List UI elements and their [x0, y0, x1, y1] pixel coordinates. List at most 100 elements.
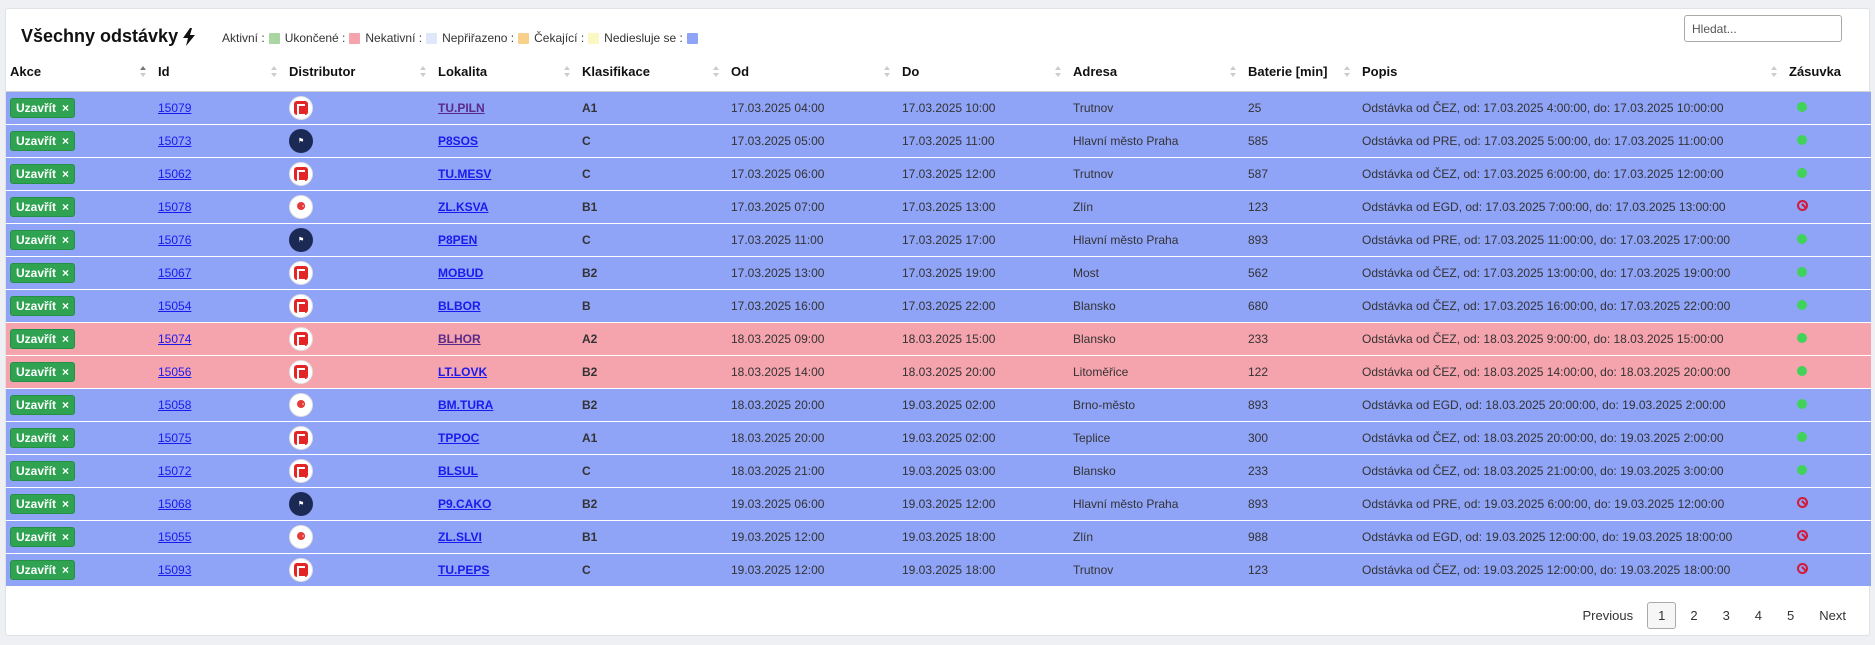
close-outage-button[interactable]: Uzavřít ×: [10, 361, 76, 382]
distributor-cell: [285, 288, 434, 322]
outage-id-link[interactable]: 15062: [158, 167, 191, 181]
legend-item: Aktivní :: [222, 31, 280, 45]
outage-id-link[interactable]: 15058: [158, 398, 191, 412]
close-button-label: Uzavřít: [16, 331, 57, 346]
to-cell: 19.03.2025 03:00: [898, 453, 1069, 487]
location-link[interactable]: TU.PILN: [438, 101, 485, 115]
legend-label: Nediesluje se :: [604, 31, 683, 45]
socket-cell: [1785, 354, 1871, 388]
outage-id-link[interactable]: 15054: [158, 299, 191, 313]
action-cell: Uzavřít ×: [6, 189, 154, 223]
outage-id-link[interactable]: 15068: [158, 497, 191, 511]
close-outage-button[interactable]: Uzavřít ×: [10, 328, 76, 349]
column-header[interactable]: Baterie [min]: [1244, 53, 1358, 92]
battery-cell: 893: [1244, 486, 1358, 520]
search-input[interactable]: [1684, 15, 1842, 42]
legend-label: Aktivní :: [222, 31, 265, 45]
pre-mark-icon: ⚑: [297, 500, 305, 508]
close-x-icon: ×: [62, 430, 70, 445]
close-outage-button[interactable]: Uzavřít ×: [10, 130, 76, 151]
close-x-icon: ×: [62, 496, 70, 511]
pagination-previous[interactable]: Previous: [1572, 602, 1645, 629]
column-header[interactable]: Popis: [1358, 53, 1785, 92]
location-link[interactable]: LT.LOVK: [438, 365, 487, 379]
battery-cell: 233: [1244, 453, 1358, 487]
outage-id-link[interactable]: 15056: [158, 365, 191, 379]
location-link[interactable]: TU.PEPS: [438, 563, 489, 577]
column-header[interactable]: Akce: [6, 53, 154, 92]
id-cell: 15056: [154, 354, 285, 388]
outage-id-link[interactable]: 15073: [158, 134, 191, 148]
outage-id-link[interactable]: 15078: [158, 200, 191, 214]
column-header[interactable]: Id: [154, 53, 285, 92]
location-link[interactable]: TPPOC: [438, 431, 479, 445]
outage-id-link[interactable]: 15079: [158, 101, 191, 115]
location-link[interactable]: ZL.KSVA: [438, 200, 488, 214]
distributor-cell: [285, 156, 434, 190]
close-outage-button[interactable]: Uzavřít ×: [10, 493, 76, 514]
socket-cell: [1785, 156, 1871, 190]
pagination-page[interactable]: 5: [1776, 602, 1805, 629]
column-header[interactable]: Lokalita: [434, 53, 578, 92]
distributor-cell: ⚈: [285, 387, 434, 421]
to-cell: 17.03.2025 12:00: [898, 156, 1069, 190]
legend-swatch: [268, 32, 280, 44]
close-outage-button[interactable]: Uzavřít ×: [10, 295, 76, 316]
description-cell: Odstávka od ČEZ, od: 19.03.2025 12:00:00…: [1358, 552, 1785, 586]
classification-cell: A1: [578, 90, 727, 124]
card-header: Všechny odstávky Aktivní : Ukončené : Neka…: [6, 9, 1869, 53]
pagination-page[interactable]: 1: [1647, 602, 1677, 629]
pagination-next[interactable]: Next: [1808, 602, 1857, 629]
location-link[interactable]: MOBUD: [438, 266, 483, 280]
socket-ok-icon: [1797, 365, 1807, 376]
outage-id-link[interactable]: 15075: [158, 431, 191, 445]
from-cell: 17.03.2025 04:00: [727, 90, 898, 124]
distributor-cell: [285, 354, 434, 388]
location-link[interactable]: BM.TURA: [438, 398, 493, 412]
cez-mark-icon: [294, 463, 308, 479]
from-cell: 18.03.2025 21:00: [727, 453, 898, 487]
outage-id-link[interactable]: 15074: [158, 332, 191, 346]
close-outage-button[interactable]: Uzavřít ×: [10, 526, 76, 547]
outage-id-link[interactable]: 15076: [158, 233, 191, 247]
pagination-page[interactable]: 3: [1712, 602, 1741, 629]
location-link[interactable]: BLBOR: [438, 299, 481, 313]
close-x-icon: ×: [62, 463, 70, 478]
close-outage-button[interactable]: Uzavřít ×: [10, 394, 76, 415]
location-link[interactable]: P9.CAKO: [438, 497, 491, 511]
location-link[interactable]: P8SOS: [438, 134, 478, 148]
location-cell: TU.PILN: [434, 90, 578, 124]
distributor-cell: [285, 255, 434, 289]
pre-logo-icon: ⚑: [289, 491, 313, 516]
location-link[interactable]: P8PEN: [438, 233, 477, 247]
close-outage-button[interactable]: Uzavřít ×: [10, 97, 76, 118]
close-button-label: Uzavřít: [16, 232, 57, 247]
close-outage-button[interactable]: Uzavřít ×: [10, 196, 76, 217]
close-outage-button[interactable]: Uzavřít ×: [10, 163, 76, 184]
close-outage-button[interactable]: Uzavřít ×: [10, 262, 76, 283]
column-header[interactable]: Distributor: [285, 53, 434, 92]
close-outage-button[interactable]: Uzavřít ×: [10, 229, 76, 250]
column-header[interactable]: Do: [898, 53, 1069, 92]
close-outage-button[interactable]: Uzavřít ×: [10, 427, 76, 448]
column-header[interactable]: Klasifikace: [578, 53, 727, 92]
outage-id-link[interactable]: 15072: [158, 464, 191, 478]
outage-id-link[interactable]: 15067: [158, 266, 191, 280]
column-header[interactable]: Zásuvka: [1785, 53, 1871, 92]
outage-id-link[interactable]: 15093: [158, 563, 191, 577]
column-header[interactable]: Od: [727, 53, 898, 92]
close-outage-button[interactable]: Uzavřít ×: [10, 460, 76, 481]
pagination-page[interactable]: 2: [1679, 602, 1708, 629]
description-cell: Odstávka od PRE, od: 17.03.2025 5:00:00,…: [1358, 123, 1785, 157]
location-link[interactable]: BLSUL: [438, 464, 478, 478]
address-cell: Hlavní město Praha: [1069, 123, 1244, 157]
close-outage-button[interactable]: Uzavřít ×: [10, 559, 76, 580]
location-link[interactable]: ZL.SLVI: [438, 530, 482, 544]
action-cell: Uzavřít ×: [6, 387, 154, 421]
distributor-cell: [285, 552, 434, 586]
location-link[interactable]: BLHOR: [438, 332, 481, 346]
location-link[interactable]: TU.MESV: [438, 167, 491, 181]
pagination-page[interactable]: 4: [1744, 602, 1773, 629]
outage-id-link[interactable]: 15055: [158, 530, 191, 544]
column-header[interactable]: Adresa: [1069, 53, 1244, 92]
